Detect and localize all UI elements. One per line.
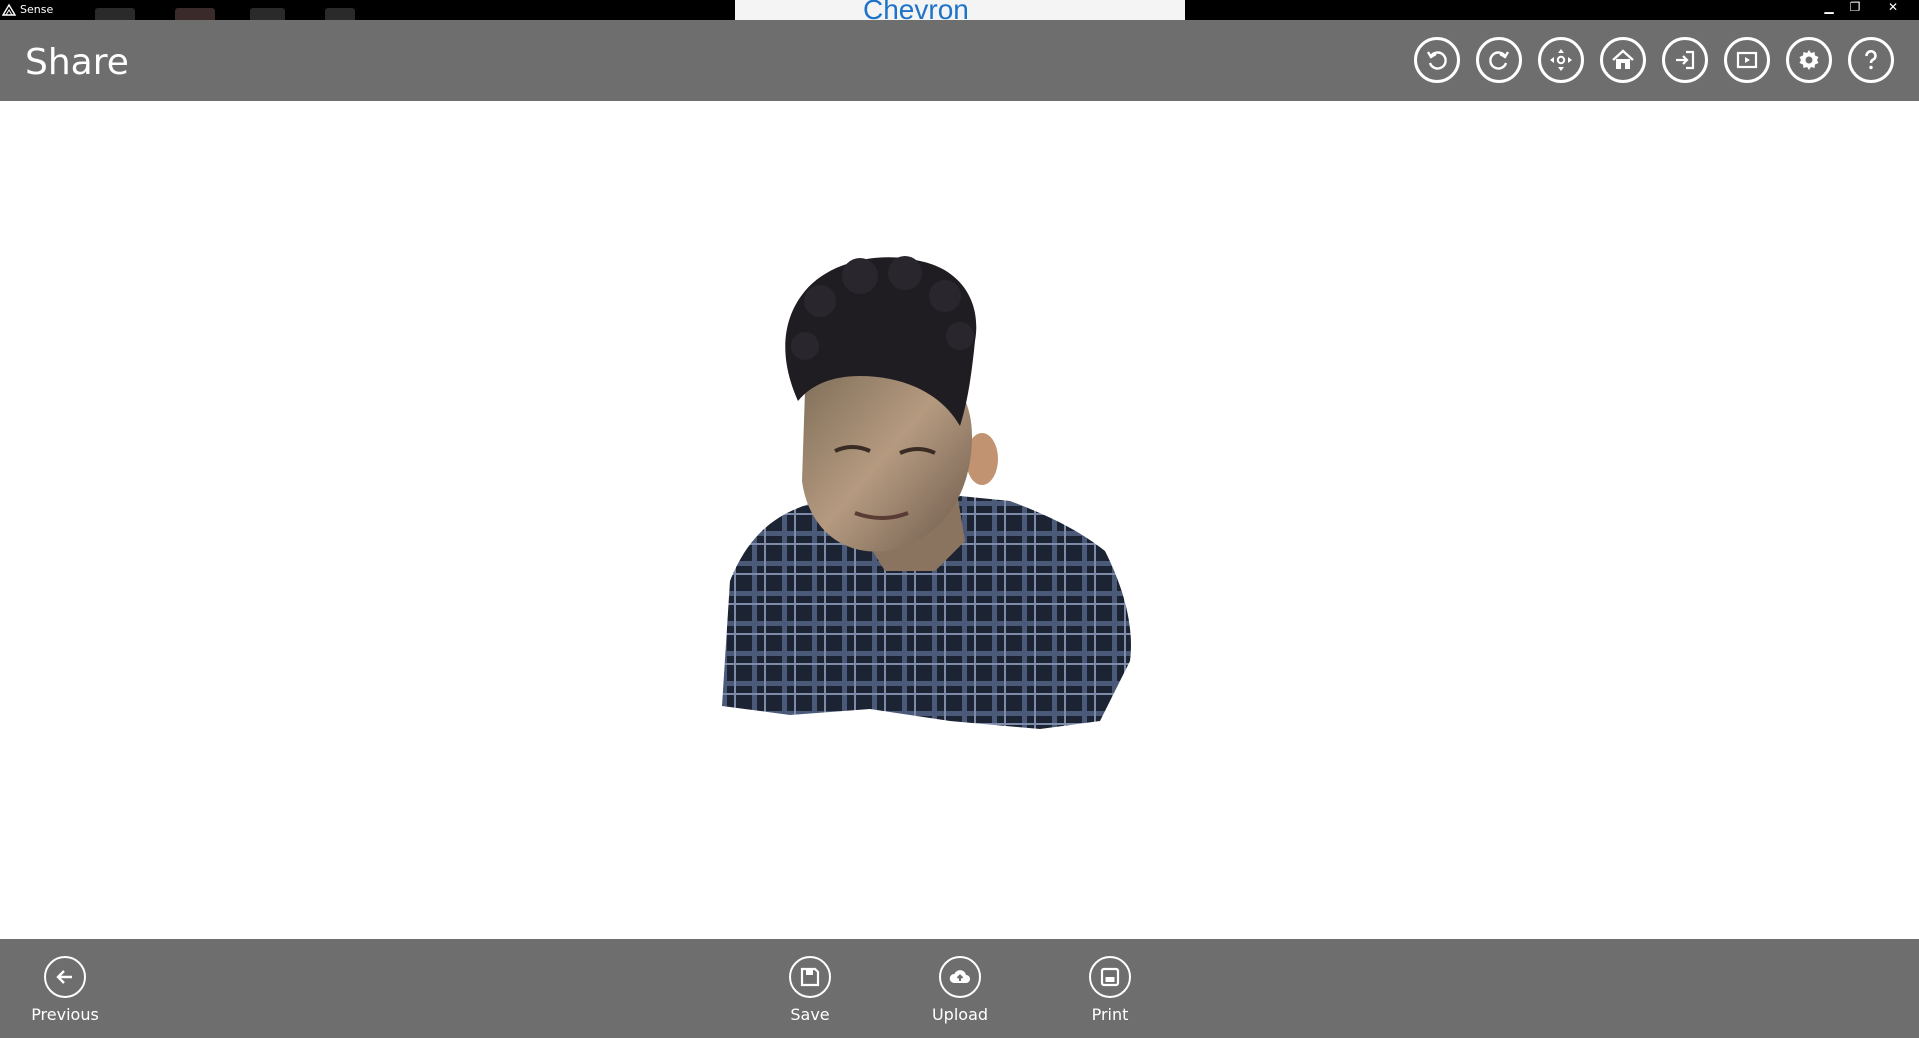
slideshow-icon <box>1736 51 1758 69</box>
save-icon-ring <box>789 956 831 998</box>
hair-curl <box>791 332 819 360</box>
help-button[interactable] <box>1848 37 1894 83</box>
model-viewport[interactable] <box>0 101 1919 939</box>
view-toolbar <box>1414 37 1894 83</box>
background-window-tab <box>95 8 135 20</box>
save-label: Save <box>790 1005 830 1024</box>
hair-curl <box>804 285 836 317</box>
move-button[interactable] <box>1538 37 1584 83</box>
background-window-logo-text: Chevron <box>863 0 969 20</box>
settings-icon <box>1799 50 1819 70</box>
hair-curl <box>929 280 961 312</box>
help-icon <box>1865 50 1877 70</box>
previous-icon-ring <box>44 956 86 998</box>
slideshow-button[interactable] <box>1724 37 1770 83</box>
print-icon <box>1100 967 1120 987</box>
background-window-tab <box>175 8 215 20</box>
previous-button[interactable]: Previous <box>10 956 120 1024</box>
hair-curl <box>946 322 974 350</box>
move-icon <box>1550 49 1572 71</box>
bottom-app-bar: Previous Save Upload Print <box>0 939 1919 1038</box>
import-button[interactable] <box>1662 37 1708 83</box>
upload-button[interactable]: Upload <box>905 956 1015 1024</box>
settings-button[interactable] <box>1786 37 1832 83</box>
upload-label: Upload <box>931 1005 989 1024</box>
floppy-disk-icon <box>800 967 820 987</box>
close-button[interactable]: ✕ <box>1880 0 1906 16</box>
home-button[interactable] <box>1600 37 1646 83</box>
home-icon <box>1612 49 1634 69</box>
page-title: Share <box>25 42 129 83</box>
import-icon <box>1676 50 1695 70</box>
cloud-upload-icon <box>949 970 970 983</box>
restore-button[interactable]: ❐ <box>1842 0 1868 16</box>
previous-label: Previous <box>31 1005 99 1024</box>
hair-curl <box>842 258 878 294</box>
save-button[interactable]: Save <box>755 956 865 1024</box>
redo-button[interactable] <box>1476 37 1522 83</box>
window-titlebar: Sense Chevron ▁ ❐ ✕ <box>0 0 1919 20</box>
print-button[interactable]: Print <box>1055 956 1165 1024</box>
scan-model[interactable] <box>710 251 1150 756</box>
sense-app-icon <box>2 3 16 16</box>
print-label: Print <box>1091 1005 1129 1024</box>
undo-button[interactable] <box>1414 37 1460 83</box>
upload-icon-ring <box>939 956 981 998</box>
print-icon-ring <box>1089 956 1131 998</box>
arrow-left-icon <box>56 970 72 984</box>
minimize-button[interactable]: ▁ <box>1816 0 1842 16</box>
app-header: Share <box>0 20 1919 101</box>
undo-icon <box>1426 51 1447 70</box>
background-window: Chevron <box>735 0 1185 20</box>
window-title: Sense <box>20 3 54 16</box>
hair-curl <box>888 256 922 290</box>
redo-icon <box>1489 51 1510 70</box>
background-window-tab <box>250 8 285 20</box>
background-window-tab <box>325 8 355 20</box>
